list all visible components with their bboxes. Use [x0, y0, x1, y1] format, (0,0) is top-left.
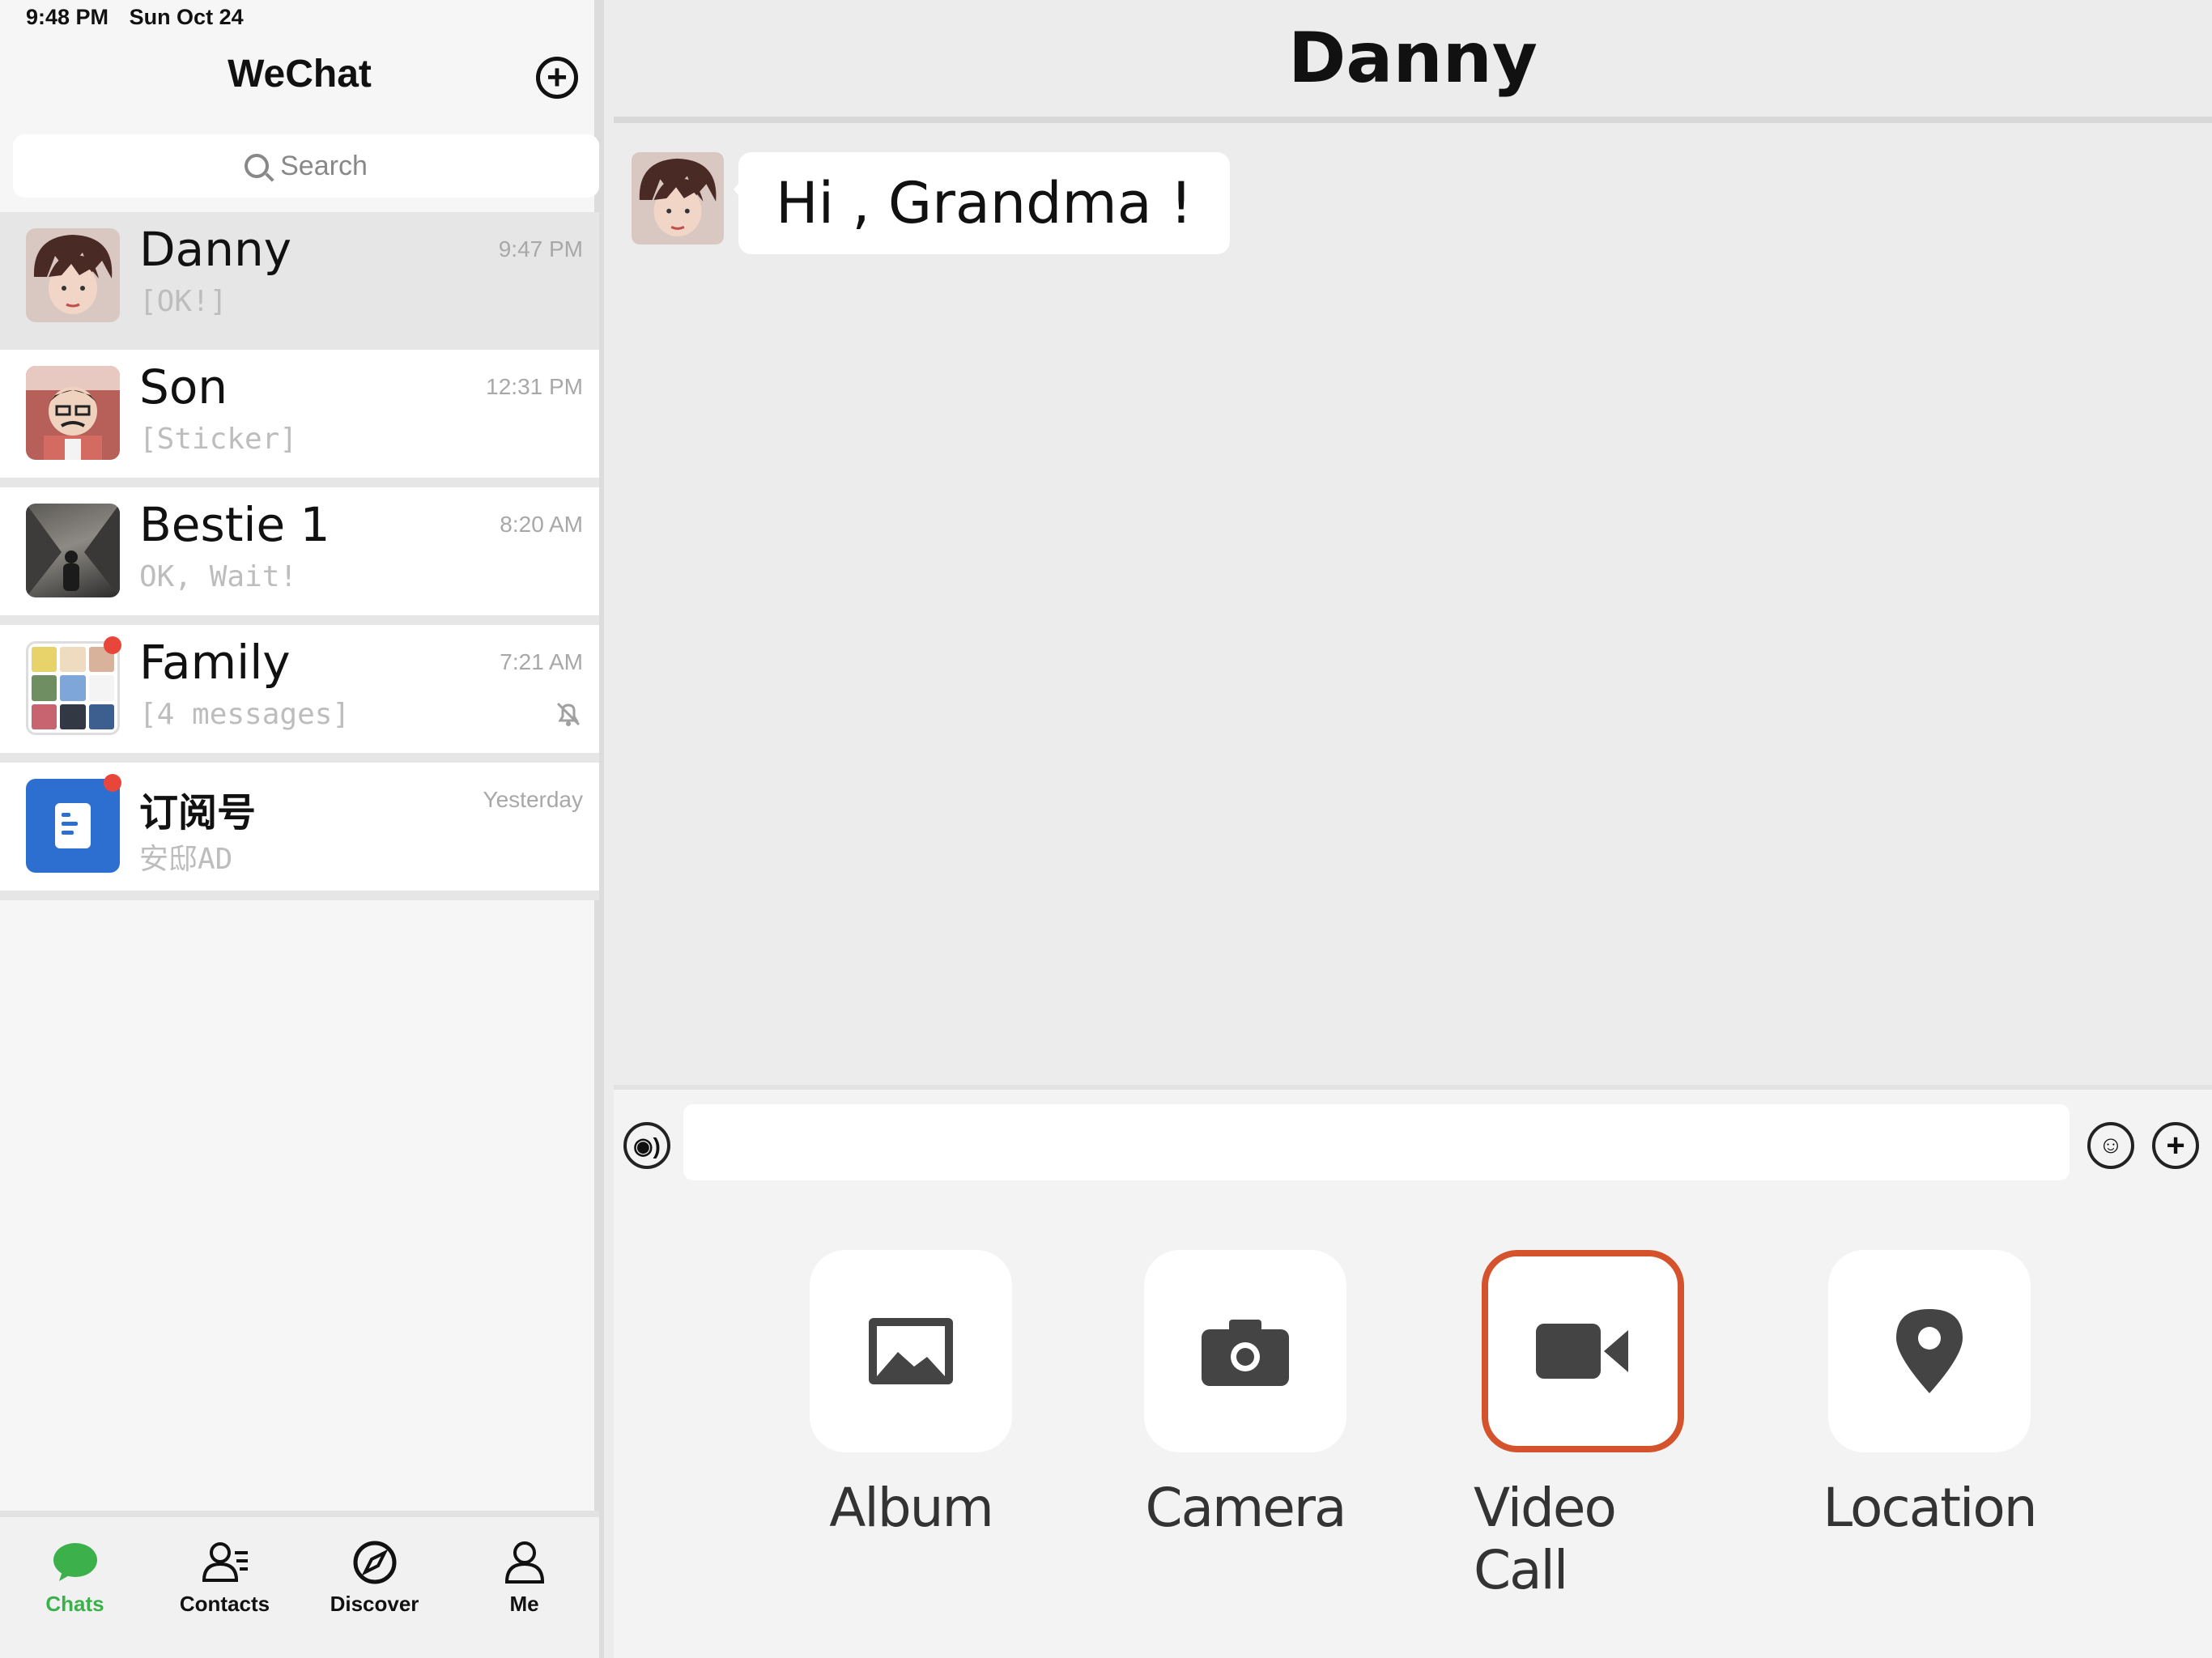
chat-item-son[interactable]: Son [Sticker] 12:31 PM: [0, 350, 599, 487]
compass-icon: [351, 1541, 399, 1584]
chat-item-family[interactable]: Family [4 messages] 7:21 AM: [0, 625, 599, 763]
voice-input-button[interactable]: ◉): [623, 1122, 670, 1169]
message-row: Hi , Grandma !: [632, 152, 1230, 254]
avatar: [26, 504, 120, 597]
avatar: [26, 779, 120, 873]
chat-preview: [4 messages]: [139, 698, 351, 731]
chat-item-danny[interactable]: Danny [OK!] 9:47 PM: [0, 212, 599, 350]
action-label: Album: [829, 1477, 994, 1539]
sender-avatar[interactable]: [632, 152, 724, 244]
chat-preview: [OK!]: [139, 285, 228, 318]
location-pin-icon: [1896, 1309, 1963, 1393]
album-action[interactable]: Album: [802, 1250, 1020, 1539]
chat-time: 8:20 AM: [500, 512, 583, 537]
muted-bell-icon: [554, 699, 583, 736]
emoji-button[interactable]: ☺: [2087, 1122, 2134, 1169]
chat-list: Danny [OK!] 9:47 PM Son [Sticker] 12:31 …: [0, 212, 599, 900]
voice-icon: ◉): [633, 1133, 661, 1158]
status-time: 9:48 PM: [26, 5, 109, 29]
document-icon: [55, 803, 91, 848]
tab-label: Me: [509, 1592, 539, 1616]
tab-label: Chats: [45, 1592, 104, 1616]
location-action[interactable]: Location: [1820, 1250, 2039, 1539]
conversation-title: Danny: [614, 0, 2212, 123]
status-bar: 9:48 PM Sun Oct 24: [26, 5, 244, 30]
search-placeholder: Search: [280, 150, 368, 181]
chat-time: 7:21 AM: [500, 649, 583, 674]
avatar: [26, 366, 120, 460]
group-avatar: [26, 641, 120, 735]
chat-preview: OK, Wait!: [139, 560, 298, 593]
chat-name: Danny: [139, 222, 292, 277]
tab-contacts[interactable]: Contacts: [164, 1541, 286, 1658]
video-call-action[interactable]: Video Call: [1474, 1250, 1692, 1601]
chat-preview: 安邸AD: [139, 843, 233, 876]
video-call-tile[interactable]: [1482, 1250, 1684, 1452]
chat-name: 订阅号: [139, 790, 257, 835]
camera-icon: [1202, 1320, 1289, 1386]
chat-time: 9:47 PM: [498, 236, 583, 261]
action-label: Camera: [1145, 1477, 1346, 1539]
avatar: [26, 228, 120, 322]
chat-name: Bestie 1: [139, 497, 330, 552]
input-bar: ◉) ☺ +: [614, 1085, 2212, 1190]
chat-bubble-icon: [51, 1541, 100, 1584]
chat-time: Yesterday: [483, 787, 584, 812]
chat-item-subscriptions[interactable]: 订阅号 安邸AD Yesterday: [0, 763, 599, 900]
contacts-icon: [201, 1541, 249, 1584]
tab-me[interactable]: Me: [464, 1541, 585, 1658]
message-bubble[interactable]: Hi , Grandma !: [734, 152, 1230, 254]
tab-bar: Chats Contacts Discover Me: [0, 1511, 599, 1658]
add-chat-button[interactable]: +: [536, 57, 578, 99]
camera-action[interactable]: Camera: [1136, 1250, 1355, 1539]
tab-label: Contacts: [179, 1592, 270, 1616]
location-tile[interactable]: [1828, 1250, 2031, 1452]
tab-label: Discover: [330, 1592, 419, 1616]
image-icon: [869, 1318, 953, 1384]
smiley-icon: ☺: [2098, 1132, 2124, 1158]
unread-badge: [104, 636, 121, 654]
message-input[interactable]: [683, 1104, 2069, 1180]
unread-badge: [104, 774, 121, 792]
camera-tile[interactable]: [1144, 1250, 1346, 1452]
more-options-button[interactable]: +: [2152, 1122, 2199, 1169]
status-date: Sun Oct 24: [129, 5, 244, 29]
chat-time: 12:31 PM: [486, 374, 583, 399]
attachment-panel: Album Camera Video Call Location: [614, 1190, 2212, 1658]
app-title: WeChat: [228, 53, 372, 96]
conversation-pane: Danny Hi , Grandma ! ◉) ☺ + Album Camera…: [614, 0, 2212, 1658]
tab-chats[interactable]: Chats: [15, 1541, 136, 1658]
chat-sidebar: 9:48 PM Sun Oct 24 WeChat + Search Danny…: [0, 0, 604, 1658]
chat-name: Family: [139, 635, 291, 690]
tab-discover[interactable]: Discover: [314, 1541, 436, 1658]
action-label: Location: [1823, 1477, 2037, 1539]
search-icon: [245, 154, 270, 178]
plus-icon: +: [2166, 1128, 2185, 1163]
person-icon: [500, 1541, 549, 1584]
chat-preview: [Sticker]: [139, 423, 298, 456]
action-label: Video Call: [1474, 1477, 1617, 1601]
search-bar[interactable]: Search: [13, 134, 599, 198]
album-tile[interactable]: [810, 1250, 1012, 1452]
plus-icon: +: [547, 57, 568, 97]
chat-name: Son: [139, 359, 228, 414]
chat-item-bestie-1[interactable]: Bestie 1 OK, Wait! 8:20 AM: [0, 487, 599, 625]
video-camera-icon: [1536, 1324, 1628, 1379]
